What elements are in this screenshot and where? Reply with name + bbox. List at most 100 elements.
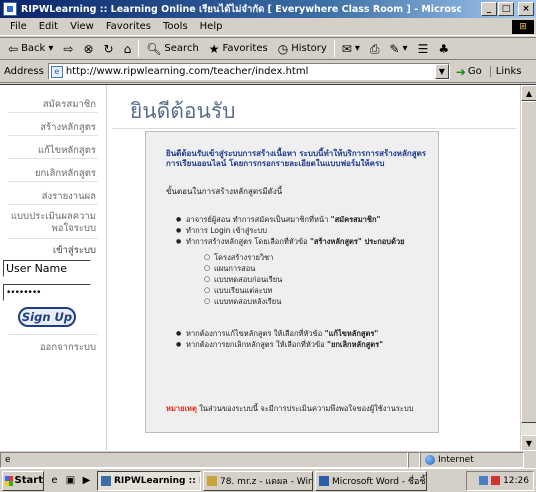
note-text: ในส่วนของระบบนี้ จะมีการประเมินความพึงพอ… <box>196 404 414 413</box>
start-button[interactable]: Start <box>2 470 44 491</box>
sidebar-item-logout[interactable]: ออกจากระบบ <box>40 340 96 355</box>
task-word[interactable]: Microsoft Word - ชื่อชิ้น <box>315 470 427 491</box>
ie-task-icon <box>101 475 111 486</box>
menu-bar: File Edit View Favorites Tools Help <box>0 18 536 36</box>
print-button[interactable]: ⎙ <box>365 43 385 55</box>
list-item: หากต้องการแก้ไขหลักสูตร ให้เลือกที่หัวข้… <box>176 328 383 339</box>
address-url[interactable]: http://www.ripwlearning.com/teacher/inde… <box>66 66 435 77</box>
desktop-icon[interactable]: ▣ <box>64 474 77 487</box>
step-text: ทำการสร้างหลักสูตร โดยเลือกที่หัวข้อ <box>186 237 310 246</box>
menu-tools[interactable]: Tools <box>157 21 194 32</box>
heading-rule <box>112 128 516 129</box>
steps-list-2: หากต้องการแก้ไขหลักสูตร ให้เลือกที่หัวข้… <box>176 328 383 350</box>
task-winamp[interactable]: 78. mr.z - แดผล - Winamp <box>203 470 313 491</box>
messenger-icon: ♣ <box>438 41 450 56</box>
globe-icon <box>425 454 435 465</box>
home-button[interactable]: ⌂ <box>119 43 137 55</box>
list-item: แบบเรียนแต่ละบท <box>204 285 282 296</box>
mail-button[interactable]: ✉ ▾ <box>337 43 365 55</box>
back-label: Back <box>21 43 46 54</box>
window-title: RIPWLearning :: Learning Online เรียนได้… <box>21 3 461 15</box>
sidebar-item-create-course[interactable]: สร้างหลักสูตร <box>40 120 96 135</box>
list-item: โครงสร้างรายวิชา <box>204 252 282 263</box>
tray-icon[interactable] <box>479 476 489 485</box>
sidebar-item-edit-course[interactable]: แก้ไขหลักสูตร <box>38 143 96 158</box>
substeps-list: โครงสร้างรายวิชา แผนการสอน แบบทดสอบก่อนเ… <box>204 252 282 307</box>
divider <box>8 112 98 113</box>
history-label: History <box>291 43 327 54</box>
divider <box>8 334 98 335</box>
windows-flag-icon <box>5 475 13 486</box>
edit-button[interactable]: ✎ ▾ <box>384 43 412 55</box>
task-label: 78. mr.z - แดผล - Winamp <box>220 476 313 487</box>
step-keyword: "สร้างหลักสูตร" ประกอบด้วย <box>309 237 405 246</box>
scroll-down-icon[interactable]: ▼ <box>521 435 536 450</box>
list-item: แบบทดสอบก่อนเรียน <box>204 274 282 285</box>
minimize-button[interactable]: _ <box>481 2 497 16</box>
title-bar: RIPWLearning :: Learning Online เรียนได้… <box>0 0 536 18</box>
step-keyword: "ยกเลิกหลักสูตร" <box>327 340 384 349</box>
toolbar: ⇦ Back ▾ ⇨ ⊗ ↻ ⌂ 🔍︎ Search ★ Favorites ◷… <box>0 37 536 60</box>
sign-up-button[interactable]: Sign Up <box>18 307 76 327</box>
favorites-button[interactable]: ★ Favorites <box>204 43 273 55</box>
close-button[interactable]: × <box>518 2 534 16</box>
username-input[interactable]: User Name <box>3 260 91 277</box>
taskbar: Start e ▣ ▶ RIPWLearning :: L... 78. mr.… <box>0 468 536 492</box>
history-button[interactable]: ◷ History <box>273 43 332 55</box>
page-icon: e <box>50 65 63 78</box>
maximize-button[interactable]: □ <box>498 2 514 16</box>
refresh-button[interactable]: ↻ <box>99 43 119 55</box>
menu-edit[interactable]: Edit <box>33 21 64 32</box>
list-item: ทำการ Login เข้าสู่ระบบ <box>176 225 405 236</box>
sidebar-item-report[interactable]: ส่งรายงานผล <box>42 189 96 204</box>
task-ie[interactable]: RIPWLearning :: L... <box>97 470 201 491</box>
search-icon: 🔍︎ <box>146 41 162 56</box>
password-input[interactable]: •••••••• <box>3 284 91 301</box>
menu-help[interactable]: Help <box>194 21 229 32</box>
media-icon[interactable]: ▶ <box>80 474 93 487</box>
address-dropdown-icon[interactable]: ▼ <box>434 64 449 79</box>
go-button[interactable]: ➜ Go <box>456 65 482 79</box>
stop-button[interactable]: ⊗ <box>78 43 98 55</box>
favorites-label: Favorites <box>222 43 268 54</box>
sidebar: สมัครสมาชิก สร้างหลักสูตร แก้ไขหลักสูตร … <box>0 85 104 450</box>
winamp-icon <box>207 475 217 486</box>
list-item: หากต้องการยกเลิกหลักสูตร ให้เลือกที่หัวข… <box>176 339 383 350</box>
back-dropdown-icon[interactable]: ▾ <box>48 43 53 54</box>
sidebar-item-survey[interactable]: แบบประเมินผลความพอใจระบบ <box>6 211 96 235</box>
sidebar-item-cancel-course[interactable]: ยกเลิกหลักสูตร <box>35 166 96 181</box>
sidebar-item-register[interactable]: สมัครสมาชิก <box>43 97 96 112</box>
links-button[interactable]: Links <box>489 66 521 77</box>
scroll-thumb[interactable] <box>521 101 536 423</box>
login-label: เข้าสู่ระบบ <box>52 245 96 256</box>
favorites-icon: ★ <box>208 41 220 56</box>
back-button[interactable]: ⇦ Back ▾ <box>3 43 58 55</box>
task-label: RIPWLearning :: L... <box>114 475 200 486</box>
discuss-icon: ☰ <box>417 41 429 56</box>
system-tray: 12:26 <box>466 470 534 491</box>
messenger-button[interactable]: ♣ <box>433 43 454 55</box>
vertical-scrollbar[interactable]: ▲ ▼ <box>520 85 536 450</box>
toolbar-separator <box>138 40 140 57</box>
step-text: หากต้องการแก้ไขหลักสูตร ให้เลือกที่หัวข้… <box>186 329 325 338</box>
menu-favorites[interactable]: Favorites <box>100 21 157 32</box>
status-text: e <box>0 451 408 468</box>
tray-icon[interactable] <box>491 476 501 485</box>
ie-quicklaunch-icon[interactable]: e <box>48 474 61 487</box>
window-controls: _ □ × <box>481 2 534 16</box>
divider <box>8 181 98 182</box>
address-input[interactable]: e http://www.ripwlearning.com/teacher/in… <box>47 63 450 80</box>
page-title: ยินดีต้อนรับ <box>130 99 236 123</box>
ie-icon <box>3 2 17 16</box>
history-icon: ◷ <box>277 41 289 56</box>
menu-view[interactable]: View <box>64 21 100 32</box>
scroll-up-icon[interactable]: ▲ <box>521 85 536 101</box>
search-button[interactable]: 🔍︎ Search <box>141 43 204 55</box>
step-text: อาจารย์ผู้สอน ทำการสมัครเป็นสมาชิกที่หน้… <box>186 215 331 224</box>
forward-arrow-icon: ⇨ <box>63 41 74 56</box>
column-divider <box>106 85 107 450</box>
discuss-button[interactable]: ☰ <box>413 43 434 55</box>
stop-icon: ⊗ <box>83 41 94 56</box>
menu-file[interactable]: File <box>4 21 33 32</box>
forward-button[interactable]: ⇨ <box>58 43 78 55</box>
